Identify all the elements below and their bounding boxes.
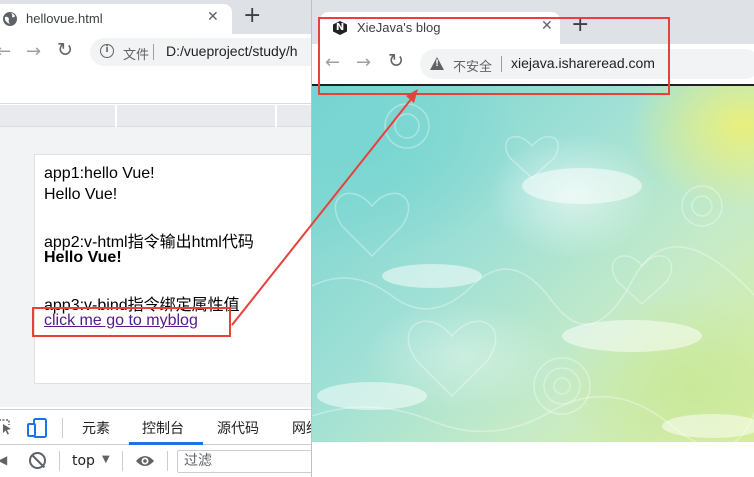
annotation-arrow bbox=[231, 89, 418, 326]
